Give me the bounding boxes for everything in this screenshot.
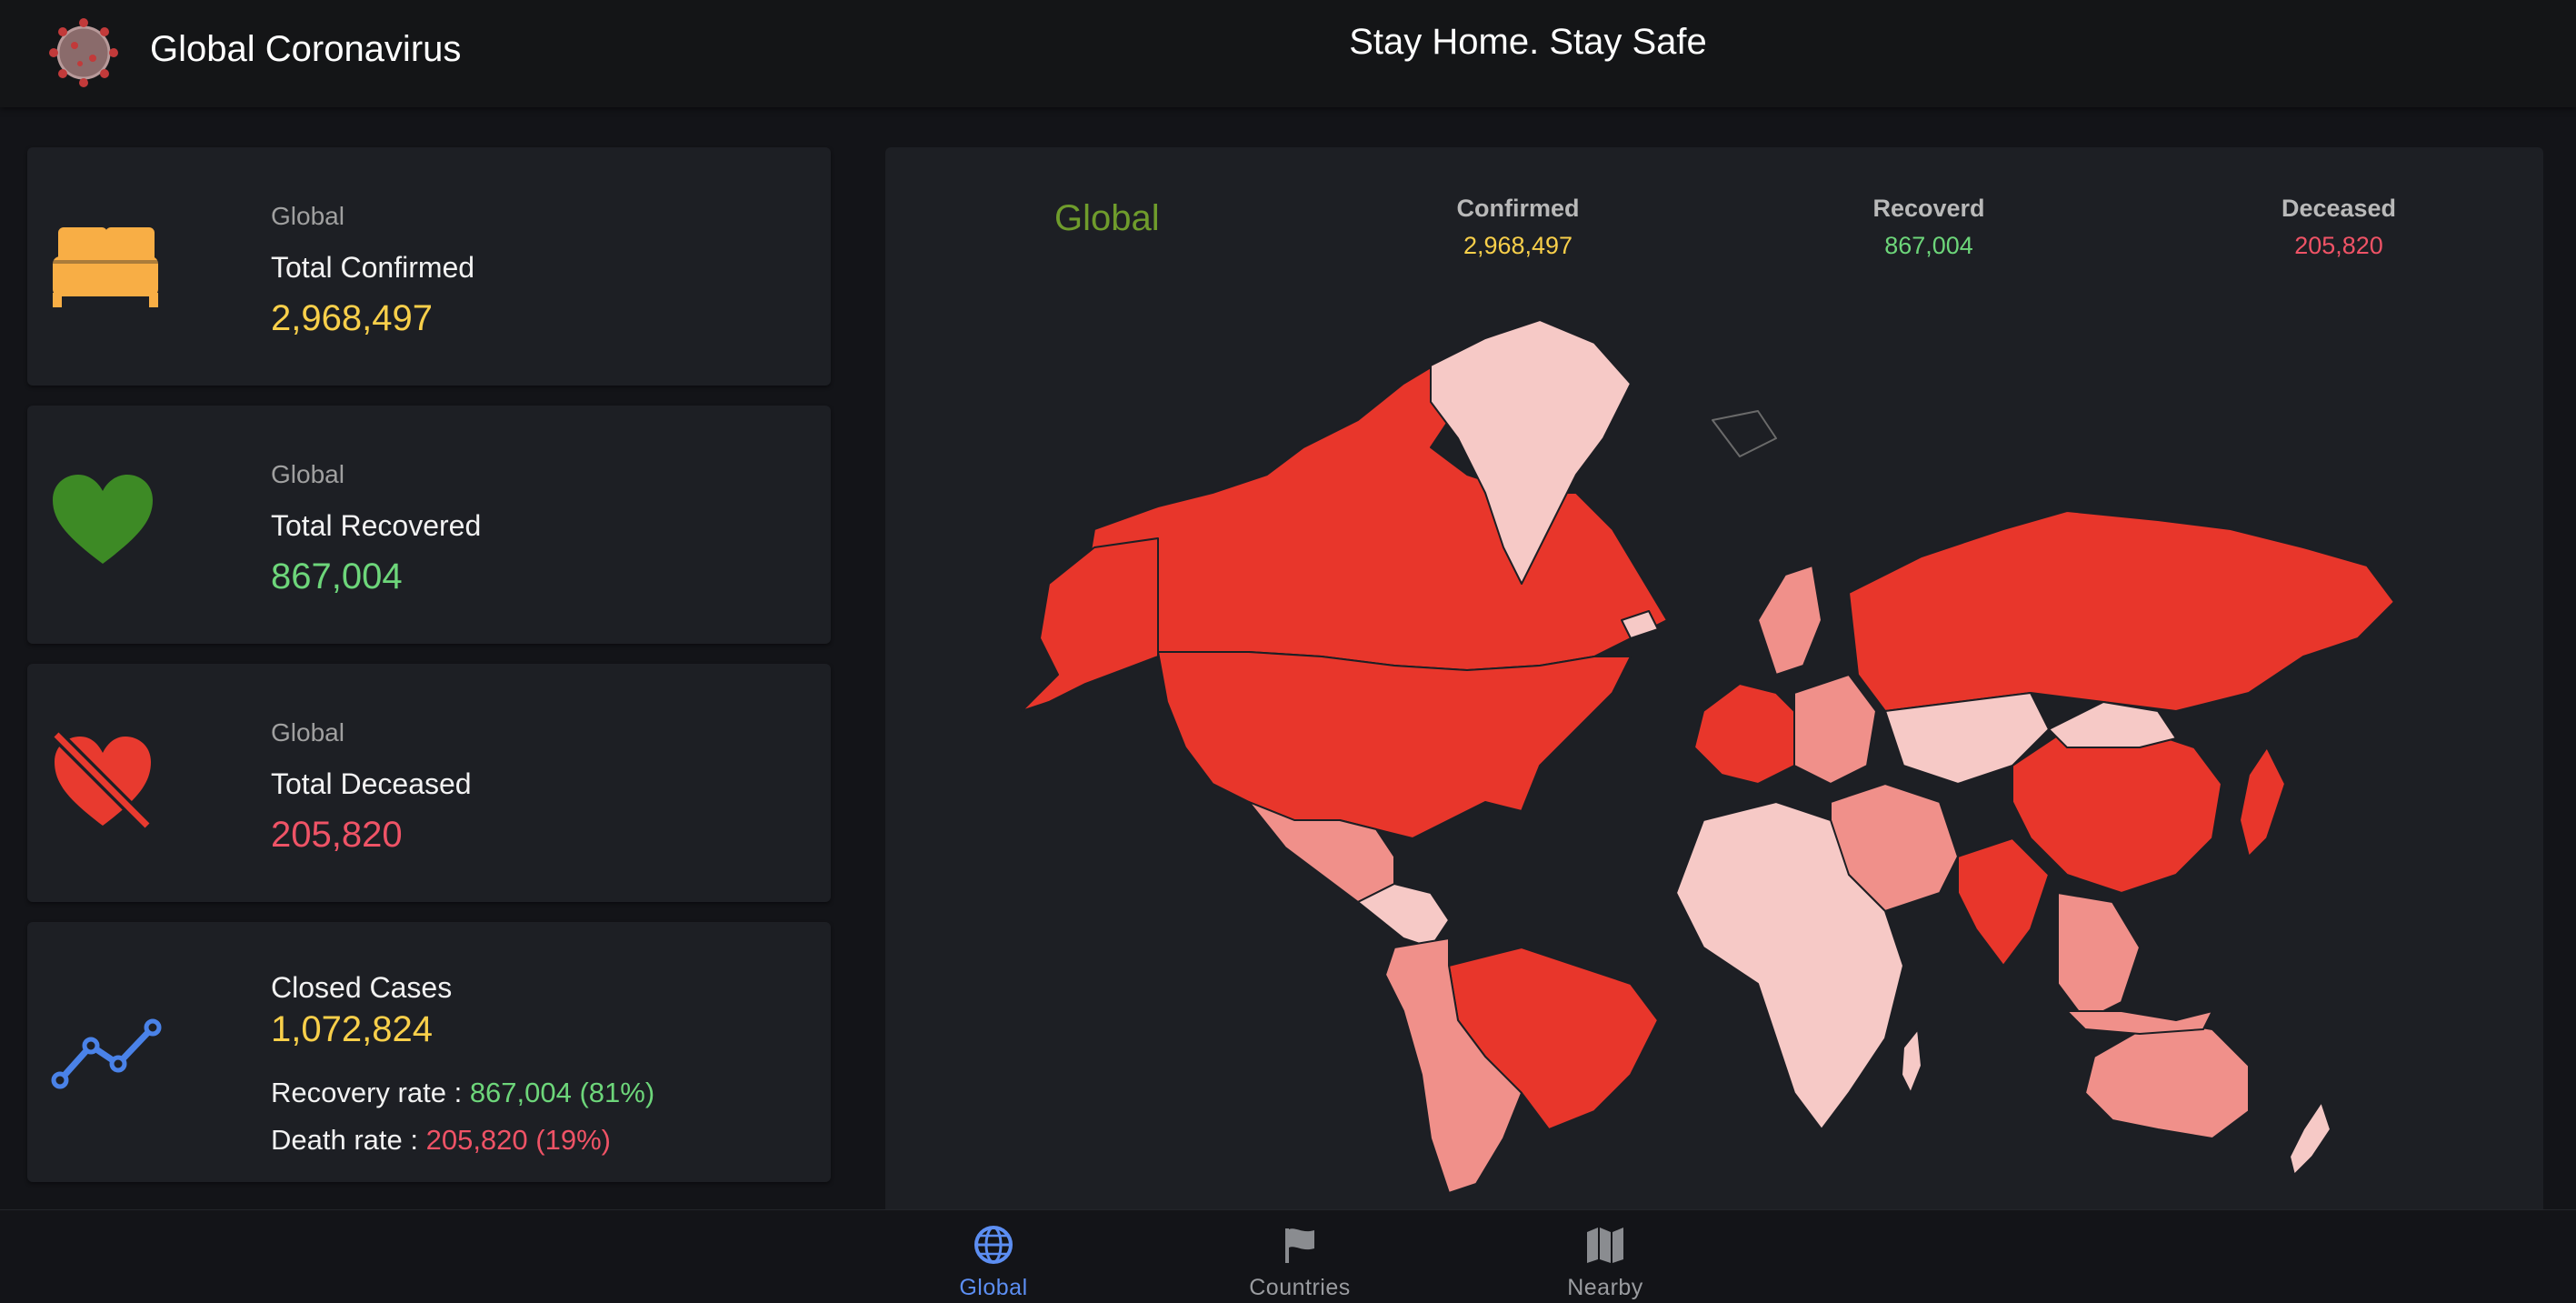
nav-global[interactable]: Global (903, 1225, 1084, 1301)
region-southeast-asia[interactable] (2057, 892, 2141, 1021)
closed-cases-value: 1,072,824 (271, 1009, 433, 1049)
region-eastern-europe[interactable] (1793, 674, 1877, 785)
deceased-value: 205,820 (271, 815, 403, 855)
death-rate-label: Death rate : (271, 1124, 426, 1156)
map-icon (1587, 1228, 1623, 1263)
closed-cases-card: Closed Cases 1,072,824 Recovery rate : 8… (27, 922, 831, 1182)
confirmed-label: Total Confirmed (271, 251, 475, 284)
world-map-panel: Global Confirmed 2,968,497 Recoverd 867,… (885, 147, 2543, 1218)
death-rate: Death rate : 205,820 (19%) (271, 1124, 611, 1157)
heart-broken-icon (54, 732, 151, 828)
total-confirmed-card: Global Total Confirmed 2,968,497 (27, 147, 831, 386)
country-svalbard[interactable] (1712, 410, 1777, 457)
death-rate-value: 205,820 (19%) (425, 1124, 611, 1156)
bottom-nav: Global Countries Nearby (0, 1209, 2576, 1303)
trend-line-icon (51, 1018, 162, 1089)
tagline: Stay Home. Stay Safe (1349, 22, 1707, 62)
country-new-zealand[interactable] (2289, 1101, 2331, 1176)
nav-nearby-label: Nearby (1567, 1275, 1643, 1300)
nav-nearby[interactable]: Nearby (1514, 1225, 1696, 1301)
region-scandinavia[interactable] (1757, 565, 1822, 676)
deceased-scope: Global (271, 718, 344, 747)
recovery-rate: Recovery rate : 867,004 (81%) (271, 1077, 654, 1109)
app-header: Global Coronavirus Stay Home. Stay Safe (0, 0, 2576, 107)
total-recovered-card: Global Total Recovered 867,004 (27, 406, 831, 644)
region-indonesia[interactable] (2066, 1010, 2213, 1035)
recovered-scope: Global (271, 460, 344, 488)
recovered-value: 867,004 (271, 556, 403, 596)
bed-icon (53, 227, 158, 307)
recovery-rate-label: Recovery rate : (271, 1077, 470, 1108)
country-japan[interactable] (2239, 747, 2286, 857)
world-map[interactable] (885, 147, 2543, 1218)
country-russia[interactable] (1848, 510, 2395, 712)
heart-icon (53, 475, 153, 564)
globe-icon (974, 1226, 1013, 1264)
country-madagascar[interactable] (1901, 1028, 1922, 1094)
recovery-rate-value: 867,004 (81%) (469, 1077, 655, 1108)
deceased-label: Total Deceased (271, 767, 472, 800)
country-india[interactable] (1957, 837, 2050, 967)
country-china[interactable] (2012, 728, 2222, 894)
country-alaska[interactable] (1021, 537, 1159, 712)
country-usa[interactable] (1157, 651, 1632, 839)
total-deceased-card: Global Total Deceased 205,820 (27, 664, 831, 902)
closed-cases-label: Closed Cases (271, 971, 453, 1004)
flag-icon (1285, 1228, 1314, 1263)
recovered-label: Total Recovered (271, 509, 482, 542)
nav-global-label: Global (959, 1275, 1028, 1300)
confirmed-value: 2,968,497 (271, 298, 433, 338)
nav-countries-label: Countries (1249, 1275, 1351, 1300)
nav-countries[interactable]: Countries (1209, 1225, 1391, 1301)
country-australia[interactable] (2084, 1019, 2250, 1139)
region-western-europe[interactable] (1693, 683, 1804, 785)
confirmed-scope: Global (271, 202, 344, 230)
